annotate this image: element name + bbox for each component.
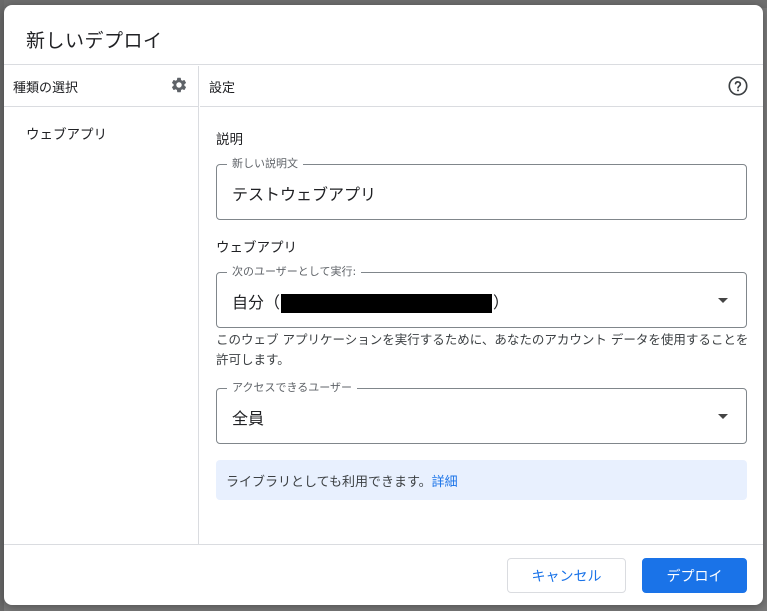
chevron-down-icon [718, 298, 728, 303]
description-field-legend: 新しい説明文 [227, 157, 303, 171]
dialog-title: 新しいデプロイ [26, 30, 163, 52]
deploy-dialog: 新しいデプロイ 種類の選択 ウェブアプリ 設定 説明 新しい説明文 テストウェブ… [4, 5, 763, 605]
help-circle-icon[interactable] [727, 75, 749, 97]
execute-as-help-text: このウェブ アプリケーションを実行するために、あなたのアカウント データを使用す… [216, 332, 749, 367]
execute-as-value-suffix: ） [493, 293, 510, 312]
execute-as-value: 自分（ ） [232, 289, 509, 313]
settings-title: 設定 [209, 81, 236, 96]
type-selection-title: 種類の選択 [13, 81, 79, 96]
settings-panel: 設定 説明 新しい説明文 テストウェブアプリ ウェブアプリ 次のユーザーとして実… [200, 66, 763, 544]
library-info-box: ライブラリとしても利用できます。詳細 [216, 460, 747, 500]
description-section-label: 説明 [216, 132, 243, 148]
access-select[interactable]: アクセスできるユーザー 全員 [216, 381, 747, 444]
type-item-webapp[interactable]: ウェブアプリ [26, 123, 107, 143]
dialog-footer: キャンセル デプロイ [4, 544, 763, 605]
learn-more-link[interactable]: 詳細 [432, 475, 458, 490]
settings-header: 設定 [200, 66, 763, 107]
type-selection-header: 種類の選択 [4, 66, 198, 107]
execute-as-value-prefix: 自分（ [232, 293, 281, 312]
execute-as-select[interactable]: 次のユーザーとして実行: 自分（ ） [216, 265, 747, 328]
redacted-email [281, 294, 493, 313]
deploy-button[interactable]: デプロイ [642, 558, 747, 593]
access-legend: アクセスできるユーザー [227, 381, 358, 395]
dialog-header: 新しいデプロイ [4, 5, 763, 65]
library-info-message: ライブラリとしても利用できます。 [226, 475, 432, 490]
description-field-value: テストウェブアプリ [232, 185, 377, 204]
type-selection-panel: 種類の選択 ウェブアプリ [4, 66, 199, 544]
webapp-section-label: ウェブアプリ [216, 240, 297, 256]
chevron-down-icon [718, 414, 728, 419]
execute-as-legend: 次のユーザーとして実行: [227, 265, 362, 279]
description-field[interactable]: 新しい説明文 テストウェブアプリ [216, 157, 747, 220]
access-value: 全員 [232, 409, 265, 428]
gear-icon[interactable] [170, 76, 188, 94]
cancel-button[interactable]: キャンセル [507, 558, 626, 593]
library-info-text: ライブラリとしても利用できます。詳細 [226, 471, 458, 490]
